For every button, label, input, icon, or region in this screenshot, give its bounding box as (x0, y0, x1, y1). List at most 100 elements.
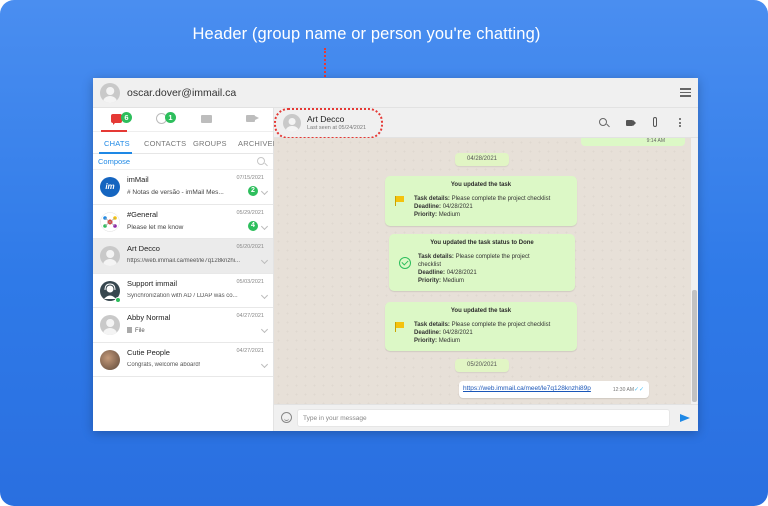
abby-normal-avatar (100, 315, 120, 335)
chat-name: #General (127, 209, 158, 219)
chat-name: Abby Normal (127, 313, 171, 322)
video-tab-icon[interactable] (246, 113, 260, 125)
chat-name: Cutie People (127, 347, 170, 357)
chat-date: 05/29/2021 (236, 209, 264, 216)
user-email: oscar.dover@immail.ca (127, 87, 237, 99)
check-circle-icon (399, 257, 411, 269)
link-message: https://web.immail.ca/meet/le7q128knzhi8… (459, 381, 649, 398)
top-header: oscar.dover@immail.ca (93, 78, 698, 108)
chat-item-support-immail[interactable]: Support immail 05/03/2021 Synchronizatio… (93, 273, 273, 308)
sidebar: 6 1 CHATS CONTACTS GROUPS ARCHIVED Compo… (93, 108, 278, 431)
user-avatar[interactable] (100, 83, 120, 103)
hamburger-menu-icon[interactable] (680, 88, 691, 97)
chat-last-message: Congrats, welcome aboard! (127, 361, 201, 368)
chat-name: Support immail (127, 278, 178, 288)
message-area: 9:14 AM 04/28/2021 You updated the task … (274, 138, 698, 404)
art-decco-avatar (100, 246, 120, 266)
message-scrollbar[interactable] (691, 138, 698, 404)
chat-name: imMail (127, 175, 149, 184)
task-details-line: Task details: Please complete the projec… (414, 322, 551, 328)
task-title: You updated the task (450, 308, 512, 314)
task-title: You updated the task (450, 182, 512, 188)
icon-tabs: 6 1 (93, 108, 273, 132)
send-icon[interactable] (680, 414, 690, 422)
task-details-continued: checklist (418, 262, 442, 268)
cutie-people-avatar (100, 349, 120, 370)
chevron-down-icon[interactable] (260, 187, 269, 196)
file-icon (127, 327, 132, 333)
chat-item-cutie-people[interactable]: Cutie People 04/27/2021 Congrats, welcom… (93, 342, 273, 377)
chevron-down-icon[interactable] (260, 256, 269, 265)
chat-date: 04/27/2021 (236, 347, 264, 354)
compose-row: Compose (93, 154, 273, 170)
chat-date: 07/15/2021 (236, 175, 264, 181)
search-icon[interactable] (257, 157, 265, 165)
unread-badge: 4 (248, 220, 258, 231)
date-separator: 05/20/2021 (455, 359, 509, 372)
task-priority-line: Priority: Medium (414, 212, 461, 218)
search-icon[interactable] (599, 118, 607, 126)
general-group-avatar (100, 211, 120, 232)
text-tabs: CHATS CONTACTS GROUPS ARCHIVED (93, 132, 278, 154)
chat-last-message: File (127, 327, 255, 334)
message-input[interactable] (297, 409, 670, 427)
flag-icon (395, 322, 404, 332)
chat-item-art-decco[interactable]: Art Decco 05/20/2021 https://web.immail.… (93, 239, 273, 274)
immail-avatar: im (100, 177, 120, 197)
chat-item-general[interactable]: #General 05/29/2021 Please let me know 4 (93, 204, 273, 239)
app-window: oscar.dover@immail.ca 6 1 CHATS CONTACTS… (93, 78, 698, 431)
compose-link[interactable]: Compose (98, 157, 130, 166)
chat-last-message: Synchronization with AD / LDAP was co... (127, 292, 238, 299)
tab-chats[interactable]: CHATS (104, 139, 130, 148)
task-deadline-line: Deadline: 04/28/2021 (414, 330, 473, 336)
scrollbar-thumb[interactable] (692, 290, 697, 402)
video-call-icon[interactable] (626, 120, 636, 126)
flag-icon (395, 196, 404, 206)
chat-header: Art Decco Last seen at 05/24/2021 (274, 108, 698, 139)
task-deadline-line: Deadline: 04/28/2021 (414, 204, 473, 210)
emoji-icon[interactable] (281, 412, 292, 423)
task-deadline-line: Deadline: 04/28/2021 (418, 270, 477, 276)
task-details-line: Task details: Please complete the projec… (414, 196, 551, 202)
online-status-dot (115, 296, 121, 303)
unread-badge: 2 (248, 186, 258, 196)
header-annotation: Header (group name or person you're chat… (192, 25, 541, 43)
task-update-message: You updated the task Task details: Pleas… (385, 302, 577, 351)
message-time: 12:30 AM (612, 387, 634, 393)
more-options-icon[interactable] (679, 118, 681, 129)
chats-badge: 6 (121, 112, 132, 123)
tab-archived[interactable]: ARCHIVED (238, 139, 278, 148)
chat-last-message: Please let me know (127, 223, 184, 231)
task-priority-line: Priority: Medium (414, 338, 461, 344)
file-label: File (135, 328, 145, 334)
chat-last-message: # Notas de versão - imMail Mes... (127, 189, 224, 196)
tab-groups[interactable]: GROUPS (193, 139, 227, 148)
chat-date: 04/27/2021 (236, 313, 264, 319)
task-title: You updated the task status to Done (430, 240, 534, 246)
task-update-message: You updated the task Task details: Pleas… (385, 176, 577, 226)
chat-item-abby-normal[interactable]: Abby Normal 04/27/2021 File (93, 308, 273, 343)
chevron-down-icon[interactable] (260, 291, 269, 299)
blue-frame: Header (group name or person you're chat… (0, 0, 768, 506)
conversation-panel: Art Decco Last seen at 05/24/2021 9:14 A… (274, 108, 698, 431)
previous-message-bubble: 9:14 AM (581, 138, 685, 146)
task-priority-line: Priority: Medium (418, 278, 465, 284)
date-separator: 04/28/2021 (455, 153, 509, 166)
meeting-link[interactable]: https://web.immail.ca/meet/le7q128knzhi8… (463, 385, 591, 392)
chat-date: 05/20/2021 (236, 244, 264, 250)
folder-tab-icon[interactable] (201, 113, 215, 125)
attach-icon[interactable] (653, 117, 657, 127)
chat-list: im imMail 07/15/2021 # Notas de versão -… (93, 170, 273, 377)
task-details-line: Task details: Please complete the projec… (418, 254, 530, 260)
tab-contacts[interactable]: CONTACTS (144, 139, 186, 148)
message-time: 9:14 AM (646, 138, 665, 144)
chat-date: 05/03/2021 (236, 278, 264, 285)
composer-bar (274, 404, 698, 431)
chat-name: Art Decco (127, 244, 160, 253)
chevron-down-icon[interactable] (260, 360, 269, 368)
read-receipt-icon: ✓✓ (633, 387, 644, 393)
chevron-down-icon[interactable] (260, 325, 269, 334)
header-highlight-outline (274, 108, 383, 139)
chat-item-immail[interactable]: im imMail 07/15/2021 # Notas de versão -… (93, 170, 273, 205)
chevron-down-icon[interactable] (260, 222, 269, 230)
